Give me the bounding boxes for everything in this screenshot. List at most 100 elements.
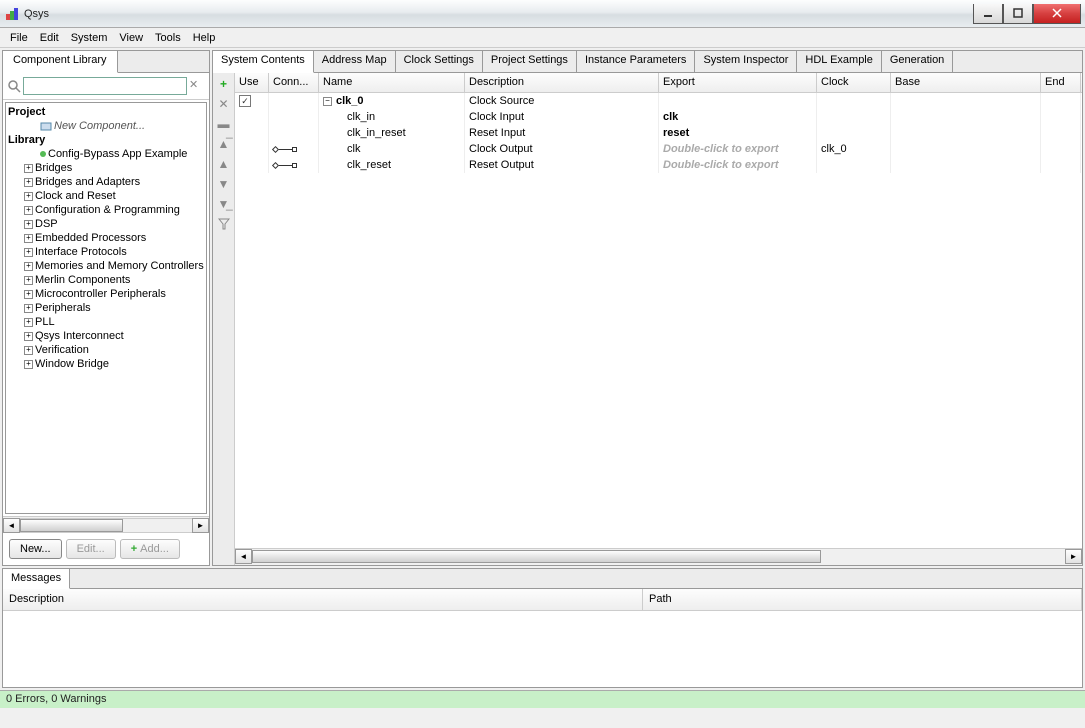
toolbar-remove-icon[interactable]: ✕ [215, 95, 233, 113]
tab-hdl-example[interactable]: HDL Example [797, 51, 881, 72]
expand-icon[interactable]: + [24, 360, 33, 369]
messages-header-path[interactable]: Path [643, 589, 1082, 610]
tree-item[interactable]: +Memories and Memory Controllers [8, 259, 204, 273]
tab-instance-parameters[interactable]: Instance Parameters [577, 51, 696, 72]
close-button[interactable] [1033, 4, 1081, 24]
grid-scroll-thumb[interactable] [252, 550, 821, 563]
header-conn[interactable]: Conn... [269, 73, 319, 92]
header-use[interactable]: Use [235, 73, 269, 92]
tree-item[interactable]: +Clock and Reset [8, 189, 204, 203]
toolbar-top-icon[interactable]: ▲̅ [215, 135, 233, 153]
expand-icon[interactable]: + [24, 276, 33, 285]
tree-item[interactable]: +Microcontroller Peripherals [8, 287, 204, 301]
expand-icon[interactable]: + [24, 220, 33, 229]
grid-h-scrollbar[interactable]: ◄ ► [235, 548, 1082, 565]
connection-line-icon[interactable] [273, 149, 297, 150]
table-row[interactable]: ✓−clk_0Clock Source [235, 93, 1082, 109]
tree-item[interactable]: +Qsys Interconnect [8, 329, 204, 343]
table-row[interactable]: clkClock OutputDouble-click to exportclk… [235, 141, 1082, 157]
tree-item[interactable]: +PLL [8, 315, 204, 329]
tab-system-inspector[interactable]: System Inspector [695, 51, 797, 72]
tree-item[interactable]: +Merlin Components [8, 273, 204, 287]
menu-view[interactable]: View [113, 30, 149, 46]
maximize-button[interactable] [1003, 4, 1033, 24]
export-label[interactable]: clk [663, 111, 678, 123]
header-export[interactable]: Export [659, 73, 817, 92]
tree-new-component[interactable]: New Component... [8, 119, 204, 133]
tree-item[interactable]: +Interface Protocols [8, 245, 204, 259]
export-hint[interactable]: Double-click to export [663, 159, 779, 171]
header-base[interactable]: Base [891, 73, 1041, 92]
status-bar: 0 Errors, 0 Warnings [0, 690, 1085, 708]
grid-scroll-left[interactable]: ◄ [235, 549, 252, 564]
edit-button[interactable]: Edit... [66, 539, 116, 559]
menu-help[interactable]: Help [187, 30, 222, 46]
tree-item[interactable]: +Configuration & Programming [8, 203, 204, 217]
collapse-icon[interactable]: − [323, 97, 332, 106]
header-description[interactable]: Description [465, 73, 659, 92]
header-end[interactable]: End [1041, 73, 1081, 92]
menu-file[interactable]: File [4, 30, 34, 46]
use-checkbox[interactable]: ✓ [239, 95, 251, 107]
messages-header-description[interactable]: Description [3, 589, 643, 610]
expand-icon[interactable]: + [24, 332, 33, 341]
tab-address-map[interactable]: Address Map [314, 51, 396, 72]
menu-edit[interactable]: Edit [34, 30, 65, 46]
tree-item[interactable]: +Verification [8, 343, 204, 357]
tab-project-settings[interactable]: Project Settings [483, 51, 577, 72]
toolbar-down-icon[interactable]: ▼ [215, 175, 233, 193]
tree-item[interactable]: +Bridges [8, 161, 204, 175]
tree-item[interactable]: +Bridges and Adapters [8, 175, 204, 189]
connection-line-icon[interactable] [273, 165, 297, 166]
tab-generation[interactable]: Generation [882, 51, 953, 72]
row-clock [817, 125, 891, 141]
component-tree[interactable]: Project New Component... Library Config-… [5, 102, 207, 514]
header-name[interactable]: Name [319, 73, 465, 92]
grid-scroll-right[interactable]: ► [1065, 549, 1082, 564]
menu-tools[interactable]: Tools [149, 30, 187, 46]
tab-system-contents[interactable]: System Contents [213, 51, 314, 73]
tree-item[interactable]: +Embedded Processors [8, 231, 204, 245]
expand-icon[interactable]: + [24, 164, 33, 173]
export-label[interactable]: reset [663, 127, 689, 139]
expand-icon[interactable]: + [24, 346, 33, 355]
expand-icon[interactable]: + [24, 206, 33, 215]
table-row[interactable]: clk_in_resetReset Inputreset [235, 125, 1082, 141]
table-row[interactable]: clk_resetReset OutputDouble-click to exp… [235, 157, 1082, 173]
add-button[interactable]: +Add... [120, 539, 180, 559]
expand-icon[interactable]: + [24, 290, 33, 299]
tree-item[interactable]: +Peripherals [8, 301, 204, 315]
new-button[interactable]: New... [9, 539, 62, 559]
expand-icon[interactable]: + [24, 192, 33, 201]
toolbar-bottom-icon[interactable]: ▼̲ [215, 195, 233, 213]
tree-item[interactable]: +DSP [8, 217, 204, 231]
table-row[interactable]: clk_inClock Inputclk [235, 109, 1082, 125]
title-bar: Qsys [0, 0, 1085, 28]
toolbar-note-icon[interactable]: ▬ [215, 115, 233, 133]
expand-icon[interactable]: + [24, 262, 33, 271]
tree-config-bypass[interactable]: Config-Bypass App Example [8, 147, 204, 161]
tab-clock-settings[interactable]: Clock Settings [396, 51, 483, 72]
export-hint[interactable]: Double-click to export [663, 143, 779, 155]
toolbar-filter-icon[interactable] [215, 215, 233, 233]
expand-icon[interactable]: + [24, 178, 33, 187]
toolbar-up-icon[interactable]: ▲ [215, 155, 233, 173]
header-clock[interactable]: Clock [817, 73, 891, 92]
messages-tab[interactable]: Messages [3, 569, 70, 589]
menu-system[interactable]: System [65, 30, 114, 46]
scroll-left-arrow[interactable]: ◄ [3, 518, 20, 533]
scroll-thumb[interactable] [20, 519, 123, 532]
expand-icon[interactable]: + [24, 248, 33, 257]
search-input[interactable] [23, 77, 187, 95]
expand-icon[interactable]: + [24, 318, 33, 327]
toolbar-add-icon[interactable]: + [215, 75, 233, 93]
scroll-right-arrow[interactable]: ► [192, 518, 209, 533]
search-icon [7, 79, 21, 93]
component-library-tab[interactable]: Component Library [3, 51, 118, 73]
minimize-button[interactable] [973, 4, 1003, 24]
expand-icon[interactable]: + [24, 304, 33, 313]
tree-h-scrollbar[interactable]: ◄ ► [3, 516, 209, 533]
tree-item[interactable]: +Window Bridge [8, 357, 204, 371]
expand-icon[interactable]: + [24, 234, 33, 243]
clear-search-icon[interactable]: ✕ [189, 78, 205, 94]
